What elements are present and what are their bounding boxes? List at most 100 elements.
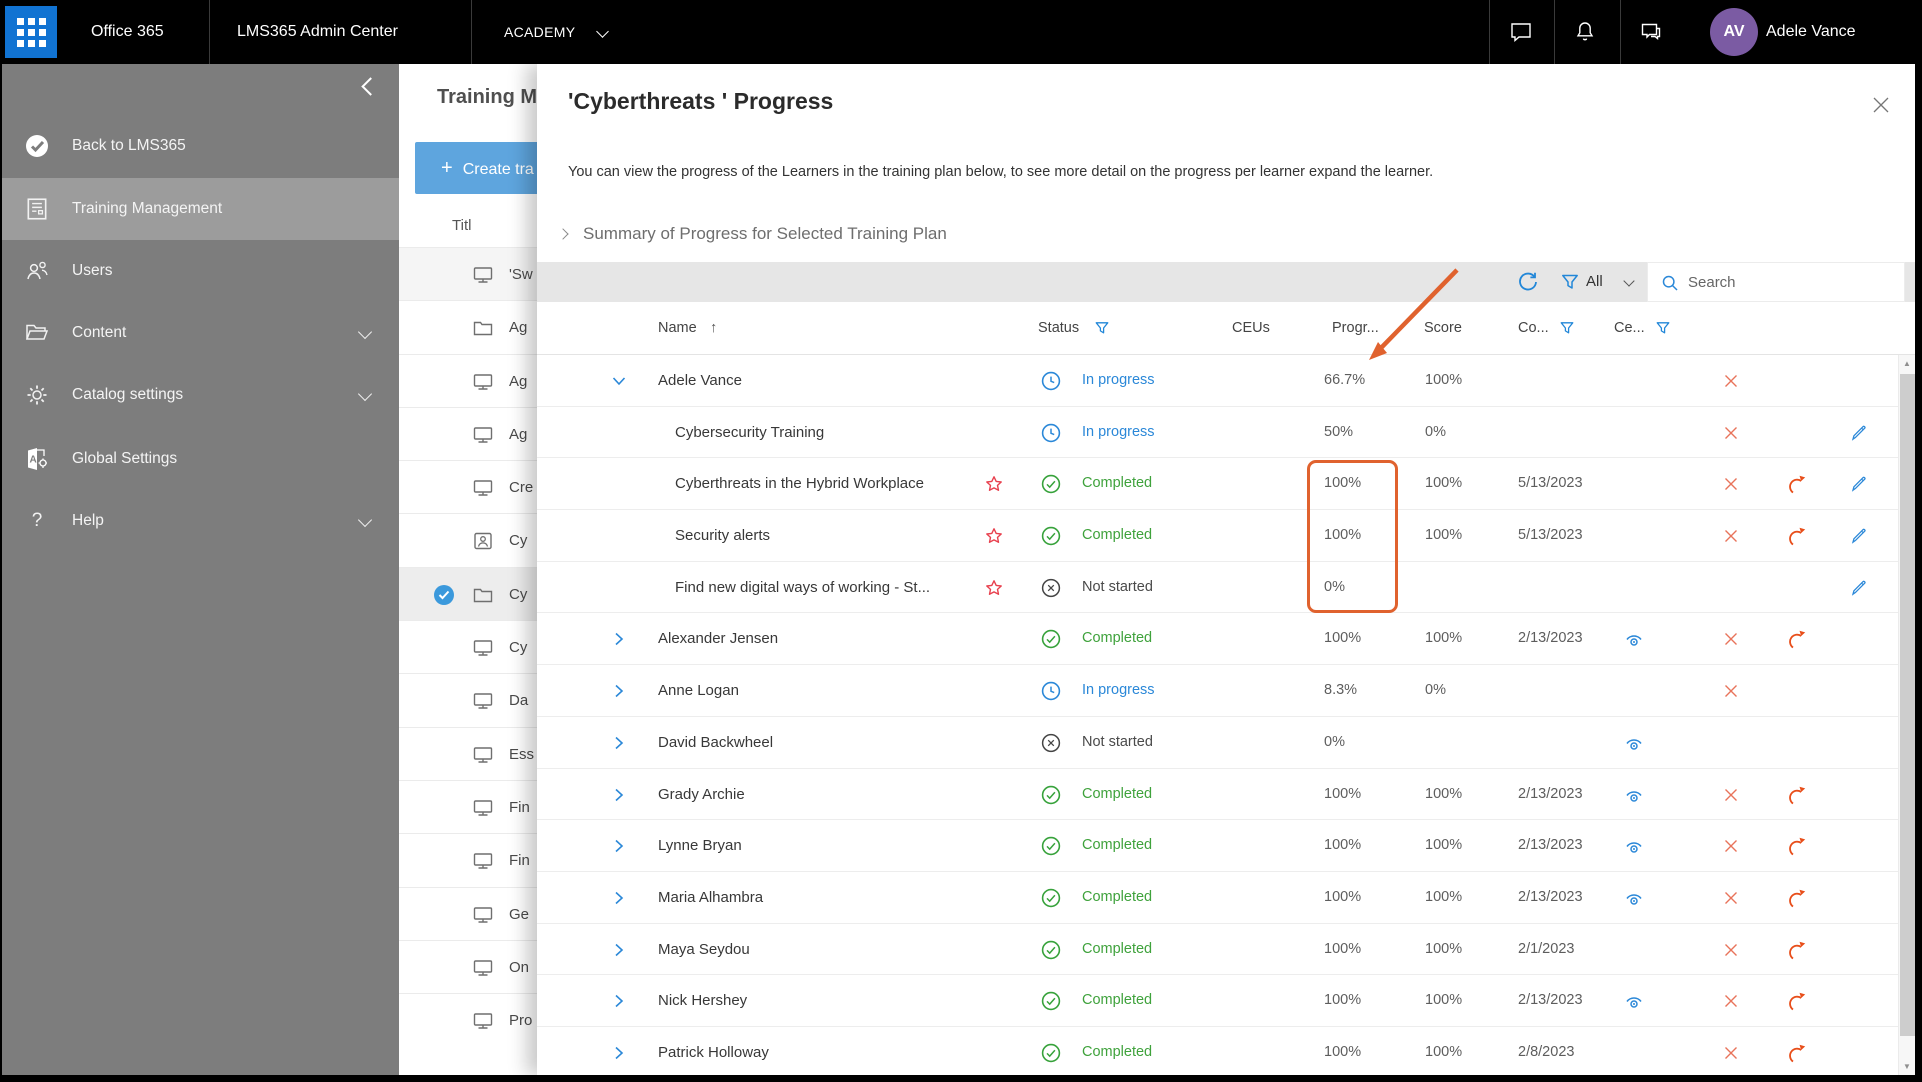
tenant-chevron-down-icon[interactable] bbox=[596, 25, 609, 38]
office365-home-link[interactable]: Office 365 bbox=[91, 0, 164, 64]
training-list-row[interactable]: Cy bbox=[399, 513, 537, 566]
retake-icon[interactable] bbox=[1785, 1042, 1807, 1069]
view-details-eye-icon[interactable] bbox=[1622, 787, 1646, 810]
chevron-down-icon[interactable] bbox=[357, 386, 373, 402]
app-launcher-button[interactable] bbox=[5, 6, 57, 58]
remove-x-icon[interactable] bbox=[1721, 526, 1741, 551]
sidebar-item-global-settings[interactable]: A Global Settings bbox=[0, 428, 399, 490]
notifications-bell-icon[interactable] bbox=[1572, 19, 1598, 45]
filter-chevron-down-icon[interactable] bbox=[1623, 275, 1635, 287]
training-list-row[interactable]: Ag bbox=[399, 353, 537, 407]
remove-x-icon[interactable] bbox=[1721, 888, 1741, 913]
search-input[interactable] bbox=[1688, 263, 1893, 301]
retake-icon[interactable] bbox=[1785, 784, 1807, 811]
scroll-down-icon[interactable]: ▼ bbox=[1899, 1058, 1915, 1075]
training-list-row[interactable]: Ag bbox=[399, 406, 537, 460]
sidebar-item-content[interactable]: Content bbox=[0, 302, 399, 364]
column-header-status[interactable]: Status bbox=[1038, 302, 1079, 355]
view-details-eye-icon[interactable] bbox=[1622, 838, 1646, 861]
remove-x-icon[interactable] bbox=[1721, 681, 1741, 706]
column-header-completion[interactable]: Co... bbox=[1518, 302, 1549, 355]
remove-x-icon[interactable] bbox=[1721, 785, 1741, 810]
training-list-row[interactable]: Pro bbox=[399, 993, 537, 1046]
expand-chevron-right-icon[interactable] bbox=[611, 787, 627, 808]
expand-chevron-right-icon[interactable] bbox=[611, 735, 627, 756]
tenant-selector[interactable]: ACADEMY bbox=[504, 0, 575, 64]
edit-pencil-icon[interactable] bbox=[1849, 578, 1869, 603]
collapse-chevron-down-icon[interactable] bbox=[611, 373, 627, 394]
sidebar-item-back-to-lms365[interactable]: Back to LMS365 bbox=[0, 115, 399, 177]
feedback-icon[interactable] bbox=[1638, 19, 1664, 45]
remove-x-icon[interactable] bbox=[1721, 371, 1741, 396]
view-details-eye-icon[interactable] bbox=[1622, 631, 1646, 654]
avatar[interactable]: AV bbox=[1710, 8, 1758, 56]
favorite-star-icon[interactable] bbox=[984, 474, 1004, 499]
training-list-row[interactable]: 'Sw bbox=[399, 247, 537, 301]
remove-x-icon[interactable] bbox=[1721, 423, 1741, 448]
expand-chevron-right-icon[interactable] bbox=[611, 993, 627, 1014]
training-list-row[interactable]: Cy bbox=[399, 566, 537, 621]
retake-icon[interactable] bbox=[1785, 473, 1807, 500]
refresh-icon[interactable] bbox=[1516, 270, 1540, 299]
column-header-progress[interactable]: Progr... bbox=[1332, 302, 1379, 355]
favorite-star-icon[interactable] bbox=[984, 526, 1004, 551]
training-list-row[interactable]: Da bbox=[399, 673, 537, 726]
chevron-down-icon[interactable] bbox=[357, 324, 373, 340]
remove-x-icon[interactable] bbox=[1721, 991, 1741, 1016]
training-list-row[interactable]: Cre bbox=[399, 460, 537, 513]
retake-icon[interactable] bbox=[1785, 628, 1807, 655]
sidebar-item-users[interactable]: Users bbox=[0, 240, 399, 302]
training-list-row[interactable]: On bbox=[399, 939, 537, 993]
expand-chevron-right-icon[interactable] bbox=[611, 631, 627, 652]
completion-filter-funnel-icon[interactable] bbox=[1559, 320, 1575, 341]
edit-pencil-icon[interactable] bbox=[1849, 474, 1869, 499]
filter-funnel-icon[interactable] bbox=[1560, 272, 1580, 297]
edit-pencil-icon[interactable] bbox=[1849, 423, 1869, 448]
retake-icon[interactable] bbox=[1785, 887, 1807, 914]
remove-x-icon[interactable] bbox=[1721, 940, 1741, 965]
status-filter-funnel-icon[interactable] bbox=[1094, 320, 1110, 341]
view-details-eye-icon[interactable] bbox=[1622, 890, 1646, 913]
edit-pencil-icon[interactable] bbox=[1849, 526, 1869, 551]
certificate-filter-funnel-icon[interactable] bbox=[1655, 320, 1671, 341]
expand-chevron-right-icon[interactable] bbox=[611, 1045, 627, 1066]
sidebar-item-training-management[interactable]: Training Management bbox=[0, 178, 399, 240]
training-list-row[interactable]: Fin bbox=[399, 779, 537, 833]
create-training-plan-button[interactable]: + Create tra bbox=[415, 142, 537, 194]
expand-chevron-right-icon[interactable] bbox=[611, 838, 627, 859]
remove-x-icon[interactable] bbox=[1721, 836, 1741, 861]
remove-x-icon[interactable] bbox=[1721, 629, 1741, 654]
remove-x-icon[interactable] bbox=[1721, 1043, 1741, 1068]
training-list-row[interactable]: Ess bbox=[399, 726, 537, 780]
close-icon[interactable] bbox=[1870, 94, 1892, 116]
sidebar-item-help[interactable]: ? Help bbox=[0, 490, 399, 552]
remove-x-icon[interactable] bbox=[1721, 474, 1741, 499]
scrollbar-thumb[interactable] bbox=[1900, 374, 1915, 1036]
expand-chevron-right-icon[interactable] bbox=[611, 890, 627, 911]
column-header-score[interactable]: Score bbox=[1424, 302, 1462, 355]
vertical-scrollbar[interactable]: ▲ ▼ bbox=[1898, 355, 1915, 1075]
chevron-down-icon[interactable] bbox=[357, 512, 373, 528]
retake-icon[interactable] bbox=[1785, 939, 1807, 966]
admin-center-title[interactable]: LMS365 Admin Center bbox=[237, 0, 398, 64]
column-header-ceus[interactable]: CEUs bbox=[1232, 302, 1270, 355]
view-details-eye-icon[interactable] bbox=[1622, 993, 1646, 1016]
favorite-star-icon[interactable] bbox=[984, 578, 1004, 603]
retake-icon[interactable] bbox=[1785, 525, 1807, 552]
column-header-name[interactable]: Name bbox=[658, 302, 697, 355]
training-list-row[interactable]: Ge bbox=[399, 886, 537, 940]
scroll-up-icon[interactable]: ▲ bbox=[1899, 355, 1915, 372]
filter-dropdown[interactable]: All bbox=[1586, 262, 1603, 302]
chat-icon[interactable] bbox=[1508, 19, 1534, 45]
retake-icon[interactable] bbox=[1785, 990, 1807, 1017]
column-header-certificate[interactable]: Ce... bbox=[1614, 302, 1645, 355]
sidebar-item-catalog-settings[interactable]: Catalog settings bbox=[0, 364, 399, 426]
retake-icon[interactable] bbox=[1785, 835, 1807, 862]
training-list-row[interactable]: Ag bbox=[399, 300, 537, 353]
expand-chevron-right-icon[interactable] bbox=[611, 942, 627, 963]
view-details-eye-icon[interactable] bbox=[1622, 735, 1646, 758]
sidebar-collapse-chevron-left-icon[interactable] bbox=[361, 77, 380, 96]
training-list-row[interactable]: Fin bbox=[399, 833, 537, 886]
expand-chevron-right-icon[interactable] bbox=[611, 683, 627, 704]
training-list-row[interactable]: Cy bbox=[399, 620, 537, 673]
